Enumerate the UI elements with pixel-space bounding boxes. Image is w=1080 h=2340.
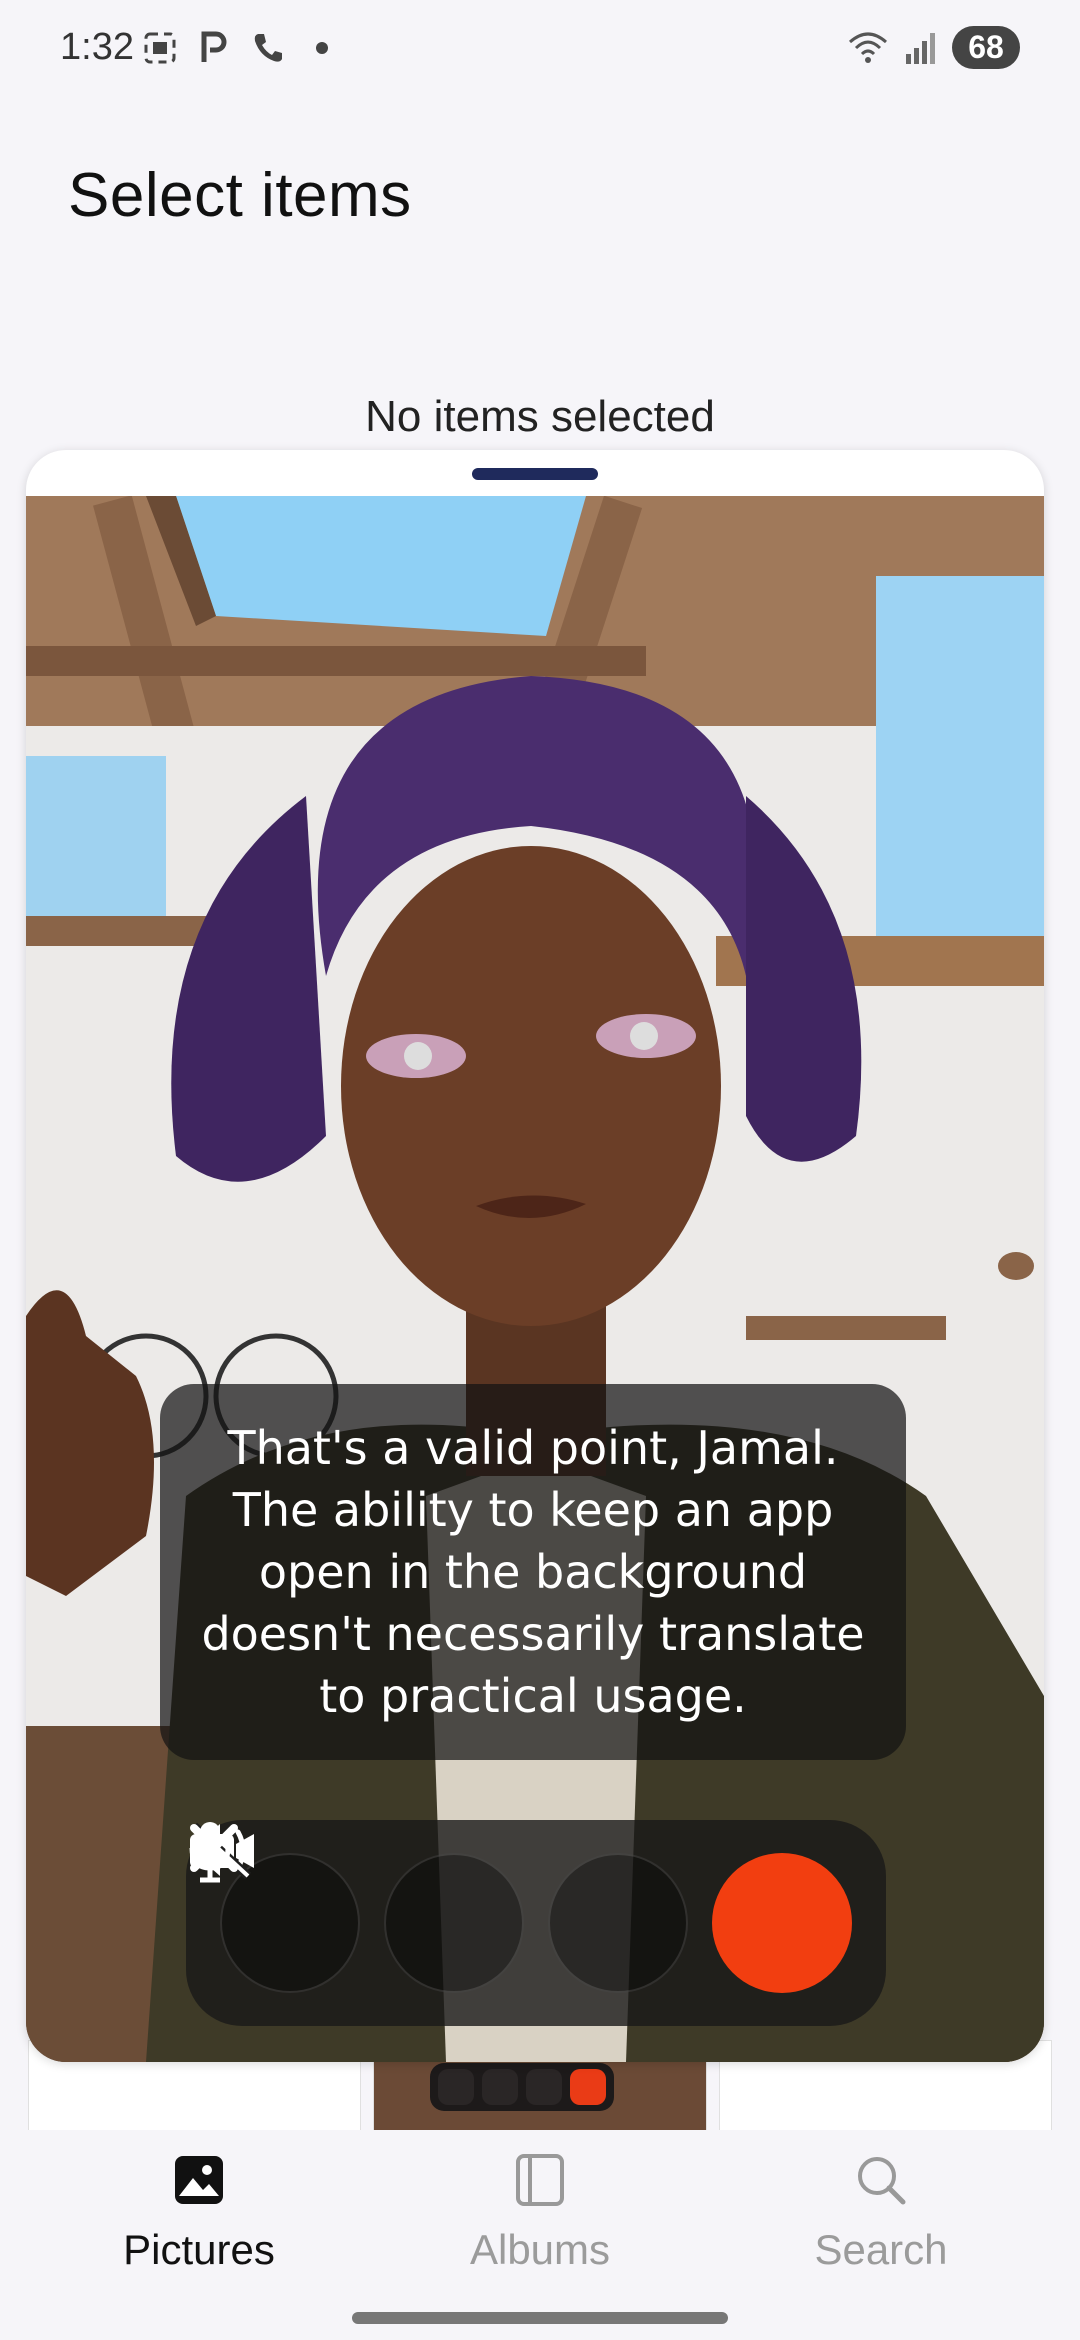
image-icon — [175, 2156, 223, 2204]
bottom-navigation: Pictures Albums Search — [0, 2130, 1080, 2340]
nav-label-search: Search — [814, 2226, 948, 2273]
home-indicator[interactable] — [352, 2312, 728, 2324]
nav-pictures[interactable]: Pictures — [69, 2152, 329, 2274]
wifi-icon — [849, 32, 887, 63]
status-left-icons — [142, 30, 340, 66]
status-right: 68 — [846, 26, 1020, 69]
nav-search[interactable]: Search — [751, 2152, 1011, 2274]
search-icon — [858, 2157, 906, 2205]
phone-icon — [254, 34, 282, 62]
dot-icon — [316, 42, 328, 54]
call-controls — [186, 1820, 886, 2026]
mini-call-controls — [430, 2063, 615, 2111]
caption-text: That's a valid point, Jamal. The ability… — [201, 1421, 865, 1723]
signal-icon — [906, 32, 935, 64]
call-sheet: That's a valid point, Jamal. The ability… — [26, 450, 1044, 2062]
screenshot-icon — [144, 32, 176, 64]
nav-label-albums: Albums — [469, 2226, 611, 2273]
caption-box: That's a valid point, Jamal. The ability… — [160, 1384, 906, 1760]
album-icon — [516, 2154, 564, 2206]
battery-level: 68 — [952, 26, 1020, 69]
selection-status: No items selected — [365, 392, 715, 441]
sheet-drag-handle[interactable] — [472, 468, 598, 480]
nav-label-pictures: Pictures — [123, 2226, 275, 2273]
avatar-video-feed: That's a valid point, Jamal. The ability… — [26, 496, 1044, 2062]
end-call-button[interactable] — [190, 1824, 852, 1993]
status-bar: 1:32 68 — [0, 0, 1080, 100]
close-icon — [190, 1824, 238, 1872]
nav-albums[interactable]: Albums — [410, 2152, 670, 2274]
microphone-button[interactable] — [189, 1822, 688, 1993]
status-time: 1:32 — [60, 26, 134, 68]
page-title: Select items — [68, 161, 412, 230]
camera-off-button[interactable] — [190, 1822, 524, 1993]
parking-icon — [201, 31, 227, 62]
